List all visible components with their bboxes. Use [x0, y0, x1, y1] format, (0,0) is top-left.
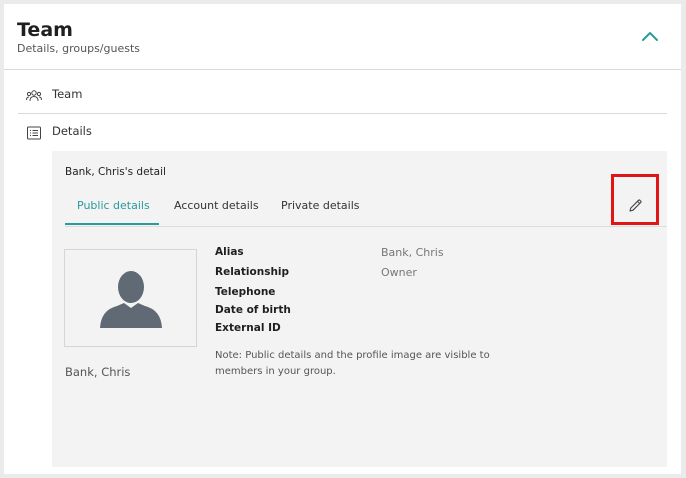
profile-image[interactable]: [64, 249, 197, 347]
detail-panel: Bank, Chris's detail Public details Acco…: [52, 151, 667, 467]
person-silhouette-icon: [100, 271, 162, 328]
pencil-icon[interactable]: [627, 198, 643, 214]
visibility-note: Note: Public details and the profile ima…: [215, 350, 490, 377]
page-title: Team: [17, 19, 73, 41]
field-label-external-id: External ID: [215, 322, 281, 334]
field-value-alias: Bank, Chris: [381, 246, 444, 259]
field-value-relationship: Owner: [381, 266, 417, 279]
field-label-telephone: Telephone: [215, 286, 276, 298]
profile-name: Bank, Chris: [65, 365, 131, 379]
chevron-up-icon[interactable]: [640, 28, 660, 44]
tab-public-details[interactable]: Public details: [77, 199, 150, 212]
card-header: Team Details, groups/guests: [4, 4, 681, 70]
active-tab-indicator: [65, 223, 159, 225]
field-label-date-of-birth: Date of birth: [215, 304, 291, 316]
field-label-alias: Alias: [215, 246, 244, 258]
detail-tabs: Public details Account details Private d…: [65, 191, 667, 227]
detail-title: Bank, Chris's detail: [65, 166, 166, 178]
team-card: Team Details, groups/guests Team Details: [4, 4, 681, 474]
tab-private-details[interactable]: Private details: [281, 199, 360, 212]
nav-item-details[interactable]: Details: [18, 116, 667, 150]
list-icon: [27, 126, 41, 140]
nav-item-team[interactable]: Team: [18, 79, 667, 114]
tab-account-details[interactable]: Account details: [174, 199, 259, 212]
field-label-relationship: Relationship: [215, 266, 290, 278]
people-icon: [26, 90, 42, 102]
nav-label-details: Details: [52, 124, 92, 138]
nav-label-team: Team: [52, 87, 83, 101]
page-subtitle: Details, groups/guests: [17, 42, 141, 55]
